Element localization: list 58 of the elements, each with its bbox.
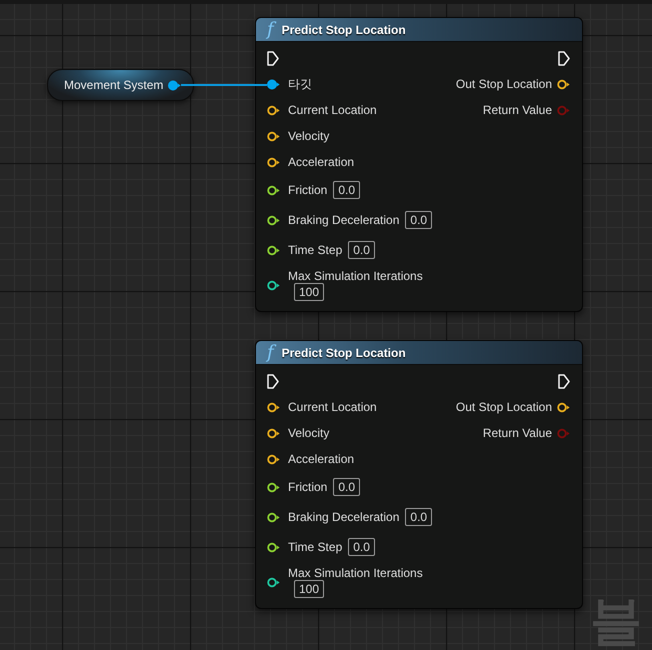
pin-label: Current Location	[288, 400, 377, 414]
pin-label: Velocity	[288, 129, 330, 143]
exec-pin-icon[interactable]	[267, 50, 279, 66]
exec-pin-icon[interactable]	[558, 50, 570, 66]
value-field[interactable]: 0.0	[333, 181, 360, 199]
value-field[interactable]: 0.0	[405, 508, 432, 526]
pin-icon[interactable]	[267, 184, 280, 196]
function-node[interactable]: f Predict Stop Location Current Location Velocity Acceleration Friction 0.0 Braking Deceleration 0.0 Time Step 0.0 Max Simulation Iterations 100 Out Stop Location Return Value	[255, 340, 583, 609]
pin-label: Acceleration	[288, 155, 354, 169]
pin-icon[interactable]	[267, 482, 280, 492]
pin-label: Velocity	[288, 426, 330, 440]
pin-label: Friction	[288, 480, 328, 494]
pin-icon[interactable]	[168, 80, 181, 90]
pin-label: Braking Deceleration	[288, 213, 400, 227]
pin-label: Current Location	[288, 103, 377, 117]
pin-icon[interactable]	[267, 280, 280, 290]
pin-label: Time Step	[288, 243, 342, 257]
node-title: Movement System	[64, 77, 164, 94]
pin-label: Return Value	[482, 103, 552, 117]
pin-label: Return Value	[482, 426, 552, 440]
function-symbol: f	[267, 344, 274, 362]
pin-icon[interactable]	[557, 78, 570, 90]
node-title: Predict Stop Location	[282, 22, 406, 38]
pin-icon[interactable]	[267, 104, 280, 116]
value-field[interactable]: 0.0	[405, 211, 432, 229]
pin-icon[interactable]	[267, 512, 280, 522]
pin-icon[interactable]	[267, 542, 280, 552]
pin-label: Max Simulation Iterations	[288, 566, 423, 580]
function-symbol: f	[267, 20, 274, 38]
value-field[interactable]: 100	[294, 283, 324, 301]
pin-label: Braking Deceleration	[288, 510, 400, 524]
exec-pin-icon[interactable]	[558, 374, 570, 388]
pin-label: Max Simulation Iterations	[288, 269, 423, 283]
pin-label: Out Stop Location	[456, 400, 552, 414]
function-node[interactable]: f Predict Stop Location 타깃 Current Location Velocity Acceleration Friction 0.0 Braking Deceleration 0.0 Time Step 0.0 Max Simulation Iterations 100 Out Stop Location Return Value	[255, 17, 583, 312]
pin-icon[interactable]	[267, 244, 280, 256]
pin-label: Acceleration	[288, 452, 354, 466]
pin-icon[interactable]	[267, 428, 280, 438]
pin-icon[interactable]	[267, 576, 280, 588]
graph-canvas[interactable]	[0, 0, 652, 650]
value-field[interactable]: 0.0	[348, 241, 375, 259]
value-field[interactable]: 100	[294, 580, 324, 598]
exec-pin-icon[interactable]	[267, 374, 279, 388]
variable-node[interactable]: Movement System	[47, 69, 194, 101]
pin-label: Friction	[288, 183, 328, 197]
node-title: Predict Stop Location	[282, 344, 406, 362]
pin-icon[interactable]	[267, 156, 280, 168]
pin-label: Out Stop Location	[456, 77, 552, 91]
pin-icon[interactable]	[267, 130, 280, 142]
pin-icon[interactable]	[267, 78, 280, 90]
pin-icon[interactable]	[557, 402, 570, 412]
pin-label: 타깃	[288, 77, 312, 91]
pin-icon[interactable]	[267, 454, 280, 464]
pin-icon[interactable]	[267, 402, 280, 412]
pin-icon[interactable]	[267, 214, 280, 226]
pin-label: Time Step	[288, 540, 342, 554]
value-field[interactable]: 0.0	[348, 538, 375, 556]
value-field[interactable]: 0.0	[333, 478, 360, 496]
